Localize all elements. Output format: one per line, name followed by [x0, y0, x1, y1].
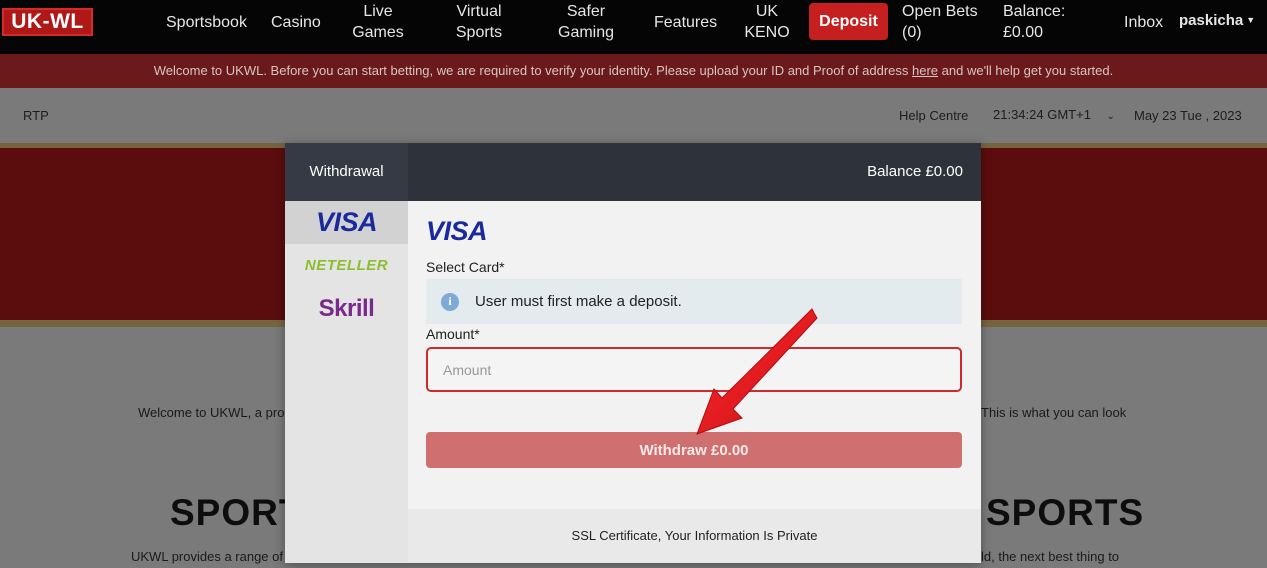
- banner-upload-link[interactable]: here: [912, 63, 938, 78]
- clock-time: 21:34:24 GMT+1: [993, 107, 1091, 122]
- section-heading-left: SPORT: [170, 492, 303, 533]
- nav-uk-keno[interactable]: UK KENO: [744, 1, 790, 43]
- welcome-text-left: Welcome to UKWL, a pro: [138, 405, 285, 420]
- user-menu[interactable]: paskicha ▼: [1179, 12, 1255, 29]
- nav-features[interactable]: Features: [654, 12, 717, 33]
- modal-balance: Balance £0.00: [867, 163, 963, 180]
- nav-safer-gaming-line2: Gaming: [558, 24, 615, 41]
- select-card-label: Select Card*: [426, 259, 505, 275]
- nav-casino[interactable]: Casino: [271, 12, 321, 33]
- nav-balance: Balance: £0.00: [1003, 1, 1065, 43]
- deposit-required-notice: i User must first make a deposit.: [426, 279, 962, 324]
- neteller-logo: NETELLER: [304, 257, 389, 274]
- amount-label: Amount*: [426, 326, 480, 342]
- section-heading-right: SPORTS: [986, 492, 1145, 533]
- timezone-selector[interactable]: 21:34:24 GMT+1 ⌄: [993, 107, 1115, 122]
- nav-uk-keno-line1: UK: [755, 3, 779, 20]
- nav-sportsbook[interactable]: Sportsbook: [166, 12, 247, 33]
- nav-live-games-line2: Games: [352, 24, 404, 41]
- help-centre-link[interactable]: Help Centre: [899, 108, 968, 123]
- top-navbar: UK-WL Sportsbook Casino Live Games Virtu…: [0, 0, 1267, 54]
- nav-safer-gaming-line1: Safer: [566, 3, 606, 20]
- nav-open-bets-count: (0): [902, 24, 922, 41]
- sub-header: RTP Help Centre 21:34:24 GMT+1 ⌄ May 23 …: [0, 88, 1267, 143]
- banner-text-end: and we'll help get you started.: [938, 63, 1114, 78]
- nav-safer-gaming[interactable]: Safer Gaming: [558, 1, 614, 43]
- section-text-right: ld, the next best thing to: [981, 549, 1120, 564]
- nav-inbox[interactable]: Inbox: [1124, 12, 1163, 33]
- payment-method-list: VISA NETELLER Skrill: [285, 201, 408, 563]
- nav-live-games-line1: Live: [363, 3, 393, 20]
- username: paskicha: [1179, 12, 1244, 29]
- skrill-logo: Skrill: [318, 294, 375, 322]
- chevron-down-icon: ▼: [1246, 15, 1256, 25]
- deposit-button[interactable]: Deposit: [809, 3, 888, 40]
- nav-virtual-sports-line2: Sports: [455, 24, 503, 41]
- verify-identity-banner: Welcome to UKWL. Before you can start be…: [0, 54, 1267, 88]
- payment-method-neteller[interactable]: NETELLER: [285, 244, 408, 287]
- nav-uk-keno-line2: KENO: [744, 24, 790, 41]
- nav-open-bets-line1: Open Bets: [902, 3, 978, 20]
- withdraw-button[interactable]: Withdraw £0.00: [426, 432, 962, 468]
- modal-header: Withdrawal Balance £0.00: [285, 143, 981, 201]
- amount-input[interactable]: [426, 347, 962, 392]
- payment-method-skrill[interactable]: Skrill: [285, 287, 408, 330]
- nav-virtual-sports-line1: Virtual: [456, 3, 502, 20]
- modal-title: Withdrawal: [285, 143, 408, 201]
- nav-balance-value: £0.00: [1003, 24, 1044, 41]
- nav-live-games[interactable]: Live Games: [352, 1, 404, 43]
- current-date: May 23 Tue , 2023: [1134, 108, 1242, 123]
- nav-open-bets[interactable]: Open Bets (0): [902, 1, 978, 43]
- site-logo[interactable]: UK-WL: [2, 8, 93, 36]
- logo-text: UK-WL: [11, 10, 84, 33]
- withdrawal-form: VISA Select Card* i User must first make…: [408, 201, 981, 563]
- chevron-down-icon: ⌄: [1106, 111, 1115, 122]
- visa-logo: VISA: [315, 207, 378, 237]
- info-icon: i: [441, 292, 459, 311]
- selected-method-logo: VISA: [426, 216, 488, 246]
- ssl-footer: SSL Certificate, Your Information Is Pri…: [408, 509, 981, 563]
- payment-method-visa[interactable]: VISA: [285, 201, 408, 244]
- banner-text-start: Welcome to UKWL. Before you can start be…: [153, 63, 912, 78]
- welcome-text-right: This is what you can look: [981, 405, 1127, 420]
- section-text-left: UKWL provides a range of: [131, 549, 283, 564]
- withdrawal-modal: Withdrawal Balance £0.00 VISA NETELLER S…: [285, 143, 981, 563]
- nav-virtual-sports[interactable]: Virtual Sports: [452, 1, 506, 43]
- rtp-link[interactable]: RTP: [23, 108, 49, 123]
- notice-message: User must first make a deposit.: [475, 293, 682, 310]
- nav-balance-label: Balance:: [1003, 3, 1066, 20]
